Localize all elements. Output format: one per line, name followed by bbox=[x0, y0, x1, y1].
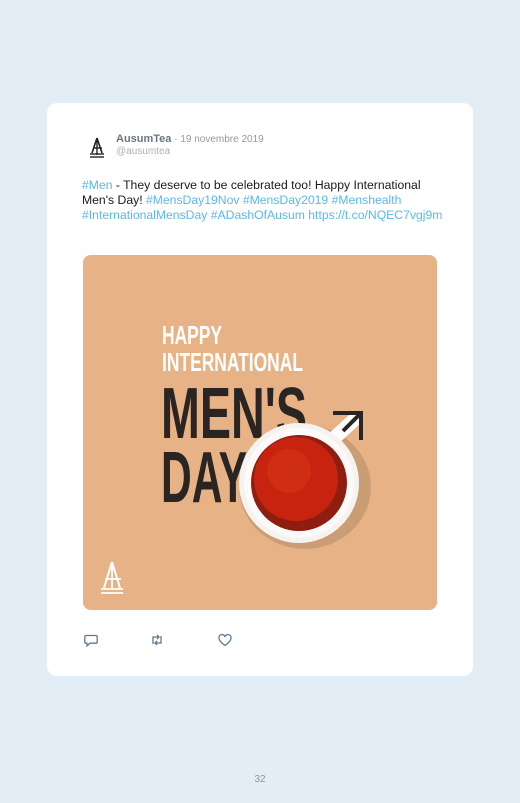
image-line-international: INTERNATIONAL bbox=[162, 347, 303, 377]
tweet-header: AusumTea · 19 novembre 2019 bbox=[116, 133, 264, 145]
image-line-happy: HAPPY bbox=[162, 320, 222, 350]
ausumtea-logo-avatar[interactable] bbox=[83, 133, 111, 161]
hashtag-mensday2019[interactable]: #MensDay2019 bbox=[243, 193, 328, 207]
separator: · bbox=[174, 134, 178, 145]
tweet-image[interactable]: HAPPY INTERNATIONAL MEN'S DAY bbox=[83, 255, 437, 610]
hashtag-menshealth[interactable]: #Menshealth bbox=[332, 193, 402, 207]
tweet-text: #Men - They deserve to be celebrated too… bbox=[82, 178, 444, 224]
tweet-actions bbox=[83, 632, 283, 648]
tweet-date[interactable]: 19 novembre 2019 bbox=[180, 134, 263, 145]
retweet-icon[interactable] bbox=[149, 632, 165, 648]
hashtag-mensday19nov[interactable]: #MensDay19Nov bbox=[146, 193, 239, 207]
page-number: 32 bbox=[254, 774, 266, 785]
tweet-card: AusumTea · 19 novembre 2019 @ausumtea #M… bbox=[47, 103, 473, 676]
author-handle[interactable]: @ausumtea bbox=[116, 146, 170, 157]
hashtag-men[interactable]: #Men bbox=[82, 178, 113, 192]
author-name[interactable]: AusumTea bbox=[116, 133, 171, 145]
hashtag-adashofausum[interactable]: #ADashOfAusum bbox=[211, 208, 305, 222]
hashtag-internationalmensday[interactable]: #InternationalMensDay bbox=[82, 208, 207, 222]
tweet-link[interactable]: https://t.co/NQEC7vgj9m bbox=[308, 208, 442, 222]
image-line-day: DAY bbox=[161, 438, 247, 518]
like-icon[interactable] bbox=[217, 632, 233, 648]
reply-icon[interactable] bbox=[83, 632, 99, 648]
mens-day-artwork: HAPPY INTERNATIONAL MEN'S DAY bbox=[83, 255, 437, 610]
